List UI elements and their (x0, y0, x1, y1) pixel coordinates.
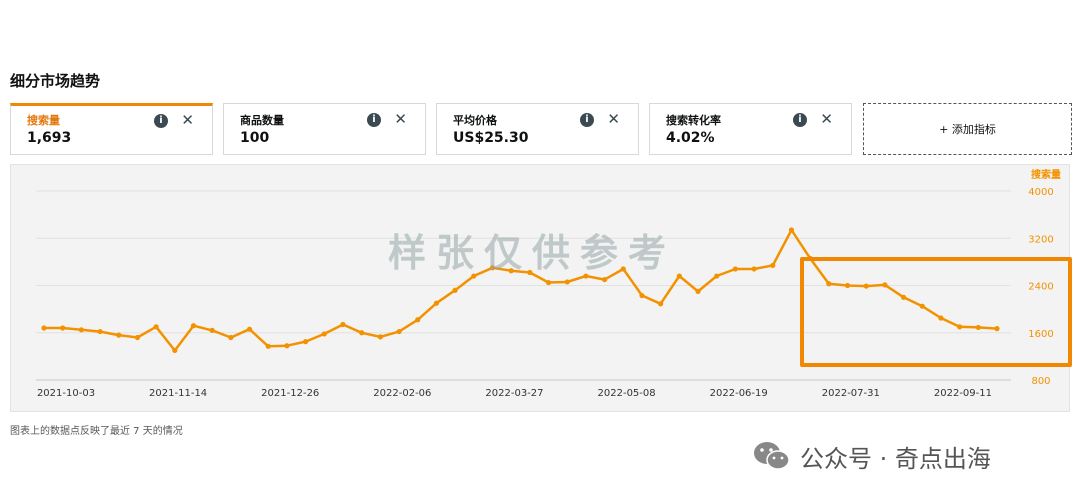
data-point (246, 326, 253, 332)
brand-watermark: 公众号 · 奇点出海 (752, 438, 991, 474)
metric-label: 搜索量 (27, 114, 60, 127)
data-point (97, 328, 103, 335)
data-point (601, 276, 608, 283)
data-point (377, 334, 383, 340)
data-point (770, 262, 776, 269)
metric-value: 100 (240, 130, 270, 146)
metric-value: US$25.30 (453, 130, 529, 146)
close-icon[interactable]: ✕ (820, 110, 833, 128)
x-tick-label: 2022-07-31 (822, 388, 880, 399)
data-point (639, 292, 645, 299)
close-icon[interactable]: ✕ (181, 111, 194, 129)
data-point (564, 279, 570, 285)
data-point (751, 266, 757, 272)
add-metric-button[interactable]: + 添加指标 (863, 103, 1072, 155)
metric-label: 搜索转化率 (666, 114, 721, 127)
x-tick-label: 2021-11-14 (149, 388, 207, 399)
data-point (545, 279, 552, 286)
data-point (190, 323, 197, 329)
data-point (714, 273, 720, 279)
data-point (359, 330, 365, 336)
data-point (433, 300, 440, 306)
data-point (396, 328, 402, 335)
data-point (340, 321, 346, 328)
x-tick-label: 2022-05-08 (598, 388, 656, 399)
data-point (153, 324, 159, 330)
metric-value: 1,693 (27, 130, 72, 146)
info-icon[interactable]: i (367, 113, 381, 127)
data-point (284, 343, 290, 349)
info-icon[interactable]: i (580, 113, 594, 127)
data-point (228, 334, 234, 341)
data-point (676, 273, 682, 279)
close-icon[interactable]: ✕ (607, 110, 620, 128)
x-tick-label: 2022-06-19 (710, 388, 768, 399)
highlight-box (800, 257, 1072, 367)
watermark-text: 样张仅供参考 (388, 231, 677, 275)
data-point (695, 288, 701, 295)
data-point (788, 227, 795, 233)
wechat-icon (754, 442, 790, 470)
x-tick-label: 2022-03-27 (485, 388, 543, 399)
data-point (60, 325, 66, 331)
data-point (303, 339, 309, 345)
x-tick-label: 2021-10-03 (37, 388, 95, 399)
metric-label: 商品数量 (240, 114, 284, 127)
data-point (172, 347, 178, 354)
data-point (452, 287, 458, 293)
metric-value: 4.02% (666, 130, 715, 146)
y-tick-label: 800 (1031, 376, 1050, 387)
info-icon[interactable]: i (154, 114, 168, 128)
close-icon[interactable]: ✕ (394, 110, 407, 128)
x-tick-label: 2021-12-26 (261, 388, 319, 399)
section-title: 细分市场趋势 (10, 72, 101, 90)
data-point (41, 325, 47, 331)
y-axis-series-label: 搜索量 (1031, 168, 1061, 181)
y-tick-label: 3200 (1028, 234, 1053, 245)
metric-label: 平均价格 (453, 114, 497, 127)
data-point (265, 343, 271, 349)
chart-footnote: 图表上的数据点反映了最近 7 天的情况 (10, 426, 183, 437)
metric-card-product-count[interactable]: 商品数量 100 i ✕ (223, 103, 426, 155)
x-tick-label: 2022-09-11 (934, 388, 992, 399)
data-point (209, 327, 215, 333)
data-point (658, 301, 664, 307)
data-point (116, 332, 122, 338)
brand-text: 公众号 · 奇点出海 (800, 444, 991, 473)
x-tick-label: 2022-02-06 (373, 388, 431, 399)
data-point (732, 266, 738, 272)
data-point (134, 334, 141, 341)
metric-card-conversion-rate[interactable]: 搜索转化率 4.02% i ✕ (649, 103, 852, 155)
metric-card-average-price[interactable]: 平均价格 US$25.30 i ✕ (436, 103, 639, 155)
metric-cards: 搜索量 1,693 i ✕ 商品数量 100 i ✕ 平均价格 US$25.30… (10, 103, 1072, 157)
data-point (78, 327, 84, 333)
data-point (321, 331, 327, 337)
y-tick-label: 4000 (1028, 187, 1053, 198)
metric-card-search-volume[interactable]: 搜索量 1,693 i ✕ (10, 103, 213, 155)
data-point (415, 317, 421, 323)
info-icon[interactable]: i (793, 113, 807, 127)
